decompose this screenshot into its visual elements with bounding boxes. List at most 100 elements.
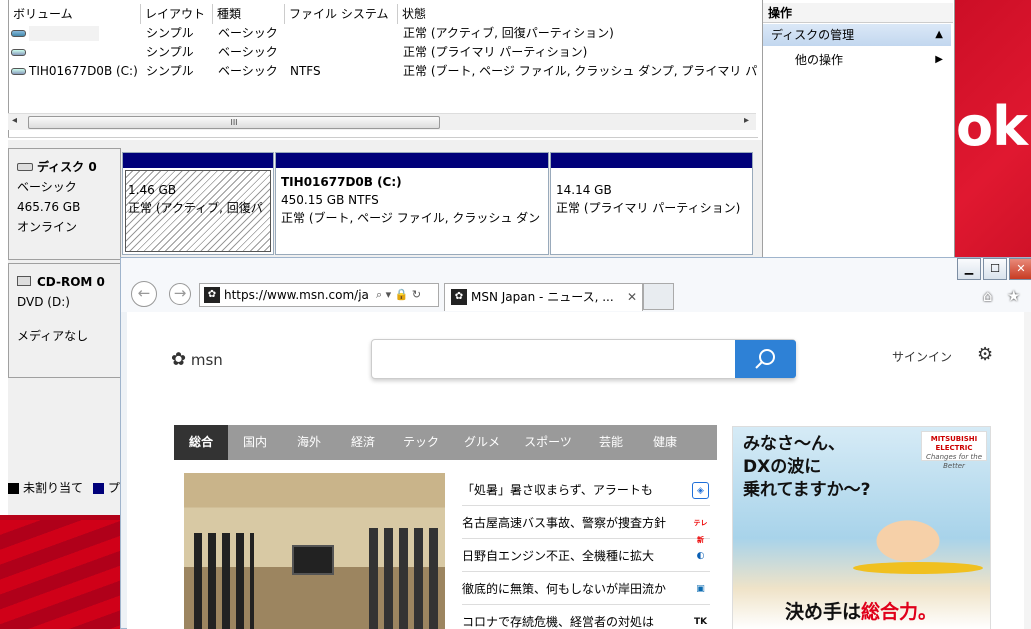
volume-fs: NTFS	[290, 64, 321, 78]
tab-world[interactable]: 海外	[282, 425, 336, 460]
scroll-thumb[interactable]: III	[28, 116, 440, 129]
partition-recovery[interactable]: 1.46 GB 正常 (アクティブ, 回復パ	[122, 152, 274, 255]
volume-row[interactable]: シンプル ベーシック 正常 (プライマリ パーティション)	[9, 43, 759, 62]
volume-layout: シンプル	[146, 64, 194, 78]
page-scrollbar[interactable]	[1024, 312, 1031, 629]
back-icon[interactable]: ←	[131, 281, 157, 307]
tab-close-icon[interactable]: ✕	[627, 284, 637, 310]
browser-tab[interactable]: ✿ MSN Japan - ニュース, ... ✕	[444, 283, 643, 311]
col-layout[interactable]: レイアウト	[141, 4, 213, 24]
search-button[interactable]	[735, 340, 796, 378]
partition-name: TIH01677D0B (C:)	[281, 175, 402, 189]
disk-icon	[17, 163, 33, 171]
volume-type: ベーシック	[218, 64, 278, 78]
settings-gear-icon[interactable]: ⚙	[977, 344, 993, 365]
tab-title: MSN Japan - ニュース, ...	[471, 290, 614, 304]
cdrom-media: メディアなし	[17, 329, 89, 343]
news-item[interactable]: 日野自エンジン不正、全機種に拡大	[462, 540, 710, 572]
address-url: https://www.msn.com/ja	[224, 288, 369, 302]
tab-domestic[interactable]: 国内	[228, 425, 282, 460]
col-volume[interactable]: ボリューム	[9, 4, 141, 24]
search-input[interactable]	[371, 339, 796, 379]
address-bar[interactable]: ✿ https://www.msn.com/ja ⌕ ▾ 🔒 ↻	[199, 283, 439, 307]
msn-logo[interactable]: ✿ msn	[171, 349, 223, 370]
partition-primary[interactable]: 14.14 GB 正常 (プライマリ パーティション)	[550, 152, 753, 255]
news-source-icon: ◈	[692, 482, 709, 499]
col-type[interactable]: 種類	[213, 4, 285, 24]
scroll-left-icon[interactable]: ◂	[12, 115, 17, 126]
ops-disk-management[interactable]: ディスクの管理 ▲	[763, 24, 951, 46]
tab-entertainment[interactable]: 芸能	[584, 425, 638, 460]
people-right	[369, 528, 439, 629]
ad-bottom-highlight: 総合力。	[861, 601, 938, 623]
submenu-arrow-icon: ▶	[935, 54, 943, 65]
category-nav: 総合 国内 海外 経済 テック グルメ スポーツ 芸能 健康	[174, 425, 717, 460]
volume-status: 正常 (プライマリ パーティション)	[403, 45, 588, 59]
volume-layout: シンプル	[146, 26, 194, 40]
tab-favicon: ✿	[451, 289, 467, 305]
tab-sports[interactable]: スポーツ	[512, 425, 584, 460]
cdrom-icon	[17, 276, 31, 286]
operations-title: 操作	[763, 3, 953, 23]
ad-bottom-text: 決め手は	[785, 601, 862, 623]
ops-disk-management-label: ディスクの管理	[771, 28, 855, 42]
signin-link[interactable]: サインイン	[892, 348, 952, 365]
tv-screen	[292, 545, 334, 575]
news-source-icon: ◐	[696, 551, 705, 561]
favorites-star-icon[interactable]: ★	[1007, 287, 1020, 305]
disk0-name: ディスク 0	[37, 160, 97, 174]
cdrom-name: CD-ROM 0	[37, 275, 105, 289]
browser-toolbar: ▁ ☐ ✕ ← → ✿ https://www.msn.com/ja ⌕ ▾ 🔒…	[121, 258, 1031, 312]
tab-tech[interactable]: テック	[390, 425, 452, 460]
volume-icon	[11, 24, 29, 43]
legend-unallocated: 未割り当て	[23, 481, 84, 495]
advertisement[interactable]: みなさ〜ん、 DXの波に 乗れてますか〜? MITSUBISHI ELECTRI…	[732, 426, 991, 629]
ad-surfboard	[853, 562, 983, 574]
home-icon[interactable]: ⌂	[983, 287, 993, 305]
tab-gourmet[interactable]: グルメ	[452, 425, 512, 460]
minimize-button[interactable]: ▁	[957, 258, 981, 280]
scroll-right-icon[interactable]: ▸	[744, 115, 749, 126]
disk0-size: 465.76 GB	[17, 200, 81, 214]
tab-health[interactable]: 健康	[638, 425, 692, 460]
tab-economy[interactable]: 経済	[336, 425, 390, 460]
news-item[interactable]: コロナで存続危機、経営者の対処は	[462, 606, 710, 629]
new-tab-button[interactable]	[643, 283, 674, 310]
partition-size: 1.46 GB	[128, 183, 177, 197]
msn-logo-text: msn	[190, 351, 223, 369]
legend-unallocated-swatch	[8, 483, 19, 494]
partition-bar	[551, 153, 752, 168]
disk0-label[interactable]: ディスク 0 ベーシック 465.76 GB オンライン	[8, 148, 121, 260]
maximize-button[interactable]: ☐	[983, 258, 1007, 280]
partition-status: 正常 (アクティブ, 回復パ	[128, 201, 263, 215]
partition-c[interactable]: TIH01677D0B (C:) 450.15 GB NTFS 正常 (ブート,…	[275, 152, 549, 255]
people-left	[194, 533, 254, 629]
ops-other-actions[interactable]: 他の操作 ▶	[763, 49, 951, 71]
mitsubishi-logo: MITSUBISHI ELECTRIC Changes for the Bett…	[921, 431, 987, 470]
search-small-icon[interactable]: ⌕ ▾ 🔒 ↻	[376, 284, 421, 306]
collapse-up-icon[interactable]: ▲	[935, 24, 943, 46]
news-hero-image[interactable]	[184, 473, 445, 629]
volume-status: 正常 (アクティブ, 回復パーティション)	[403, 26, 614, 40]
volume-row[interactable]: シンプル ベーシック 正常 (アクティブ, 回復パーティション)	[9, 24, 759, 43]
partition-status: 正常 (ブート, ページ ファイル, クラッシュ ダン	[281, 211, 541, 225]
tab-general[interactable]: 総合	[174, 425, 228, 460]
partition-size: 450.15 GB NTFS	[281, 193, 379, 207]
forward-icon[interactable]: →	[169, 283, 191, 305]
volume-type: ベーシック	[218, 26, 278, 40]
horizontal-scrollbar[interactable]: ◂ III ▸	[8, 113, 756, 130]
desktop-pattern	[0, 520, 130, 629]
search-icon	[755, 349, 775, 369]
news-item[interactable]: 名古屋高速バス事故、警察が捜査方針	[462, 507, 710, 539]
browser-window: ▁ ☐ ✕ ← → ✿ https://www.msn.com/ja ⌕ ▾ 🔒…	[120, 257, 1031, 629]
news-item[interactable]: 「処暑」暑さ収まらず、アラートも	[462, 474, 710, 506]
cdrom-label[interactable]: CD-ROM 0 DVD (D:) メディアなし	[8, 263, 121, 378]
col-status[interactable]: 状態	[398, 4, 759, 24]
news-item[interactable]: 徹底的に無策、何もしないが岸田流か	[462, 573, 710, 605]
col-filesystem[interactable]: ファイル システム	[285, 4, 398, 24]
ad-line: みなさ〜ん、	[743, 434, 845, 454]
butterfly-icon: ✿	[171, 349, 187, 370]
close-window-button[interactable]: ✕	[1009, 258, 1031, 280]
volume-row[interactable]: TIH01677D0B (C:) シンプル ベーシック NTFS 正常 (ブート…	[9, 62, 759, 81]
volume-name: TIH01677D0B (C:)	[29, 64, 138, 78]
